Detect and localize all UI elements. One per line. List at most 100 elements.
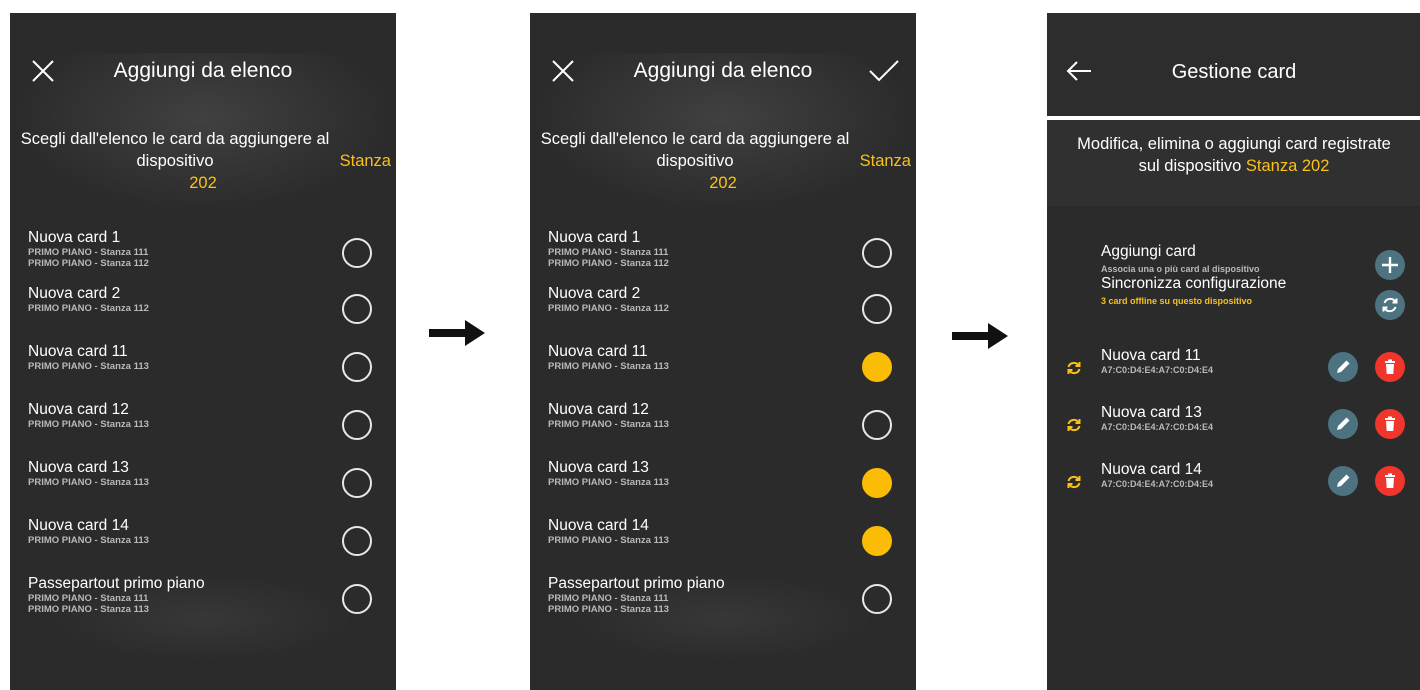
check-icon[interactable] (868, 57, 900, 85)
screen-add-from-list-selected: Aggiungi da elenco Scegli dall'elenco le… (530, 13, 916, 690)
select-radio[interactable] (342, 526, 372, 556)
card-location: PRIMO PIANO - Stanza 113 (548, 361, 669, 372)
header: Gestione card (1047, 13, 1420, 116)
card-name: Passepartout primo piano (548, 575, 725, 592)
intro-text: Scegli dall'elenco le card da aggiungere… (530, 128, 916, 194)
page-title: Aggiungi da elenco (113, 59, 293, 82)
intro-line-2: sul dispositivo Stanza 202 (1047, 155, 1420, 177)
intro-prefix: Scegli dall'elenco le card da aggiungere… (540, 130, 850, 170)
sync-button[interactable] (1375, 290, 1405, 320)
trash-icon (1385, 416, 1395, 431)
card-location: PRIMO PIANO - Stanza 111 (548, 593, 669, 604)
card-name: Nuova card 14 (548, 517, 649, 534)
card-name: Nuova card 13 (548, 459, 649, 476)
list-item[interactable]: Nuova card 14 PRIMO PIANO - Stanza 113 (548, 517, 900, 567)
card-id: A7:C0:D4:E4:A7:C0:D4:E4 (1101, 479, 1214, 489)
list-item[interactable]: Nuova card 1 PRIMO PIANO - Stanza 111 PRIM… (548, 229, 900, 279)
delete-button[interactable] (1375, 409, 1405, 439)
intro-text: Modifica, elimina o aggiungi card regist… (1047, 133, 1420, 177)
card-location: PRIMO PIANO - Stanza 113 (28, 535, 149, 546)
card-name: Passepartout primo piano (28, 575, 205, 592)
select-radio[interactable] (862, 238, 892, 268)
card-name: Nuova card 11 (1101, 347, 1201, 364)
arrow-right-icon (429, 320, 485, 346)
select-radio[interactable] (342, 294, 372, 324)
card-location: PRIMO PIANO - Stanza 113 (28, 419, 149, 430)
list-item[interactable]: Nuova card 13 PRIMO PIANO - Stanza 113 (28, 459, 380, 509)
edit-button[interactable] (1328, 409, 1358, 439)
row-title: Aggiungi card (1101, 243, 1196, 260)
header: Aggiungi da elenco (530, 13, 916, 123)
intro-line-2-prefix: sul dispositivo (1138, 157, 1242, 175)
card-name: Nuova card 11 (28, 343, 128, 360)
row-title: Sincronizza configurazione (1101, 275, 1287, 292)
list-item[interactable]: Nuova card 1 PRIMO PIANO - Stanza 111 PRIM… (28, 229, 380, 279)
edit-button[interactable] (1328, 352, 1358, 382)
device-name: Stanza 202 (1245, 157, 1330, 175)
select-radio[interactable] (862, 526, 892, 556)
list-item[interactable]: Passepartout primo piano PRIMO PIANO - St… (28, 575, 380, 625)
intro-prefix: Scegli dall'elenco le card da aggiungere… (20, 130, 330, 170)
list-item[interactable]: Nuova card 12 PRIMO PIANO - Stanza 113 (28, 401, 380, 451)
card-row: Nuova card 11 A7:C0:D4:E4:A7:C0:D4:E4 (1047, 347, 1420, 399)
list-item[interactable]: Nuova card 11 PRIMO PIANO - Stanza 113 (28, 343, 380, 393)
list-item[interactable]: Passepartout primo piano PRIMO PIANO - St… (548, 575, 900, 625)
card-name: Nuova card 14 (28, 517, 129, 534)
pencil-icon (1337, 417, 1350, 430)
sync-config-row[interactable]: Sincronizza configurazione 3 card offlin… (1047, 275, 1420, 327)
list-item[interactable]: Nuova card 2 PRIMO PIANO - Stanza 112 (548, 285, 900, 335)
card-location: PRIMO PIANO - Stanza 113 (548, 419, 669, 430)
list-item[interactable]: Nuova card 13 PRIMO PIANO - Stanza 113 (548, 459, 900, 509)
select-radio[interactable] (342, 584, 372, 614)
select-radio[interactable] (342, 352, 372, 382)
list-item[interactable]: Nuova card 12 PRIMO PIANO - Stanza 113 (548, 401, 900, 451)
card-location: PRIMO PIANO - Stanza 111 (28, 593, 149, 604)
card-name: Nuova card 12 (548, 401, 649, 418)
list-item[interactable]: Nuova card 11 PRIMO PIANO - Stanza 113 (548, 343, 900, 393)
intro-line-1: Modifica, elimina o aggiungi card regist… (1077, 135, 1391, 153)
card-name: Nuova card 1 (548, 229, 641, 246)
card-location: PRIMO PIANO - Stanza 113 (548, 535, 669, 546)
pencil-icon (1337, 360, 1350, 373)
list-item[interactable]: Nuova card 2 PRIMO PIANO - Stanza 112 (28, 285, 380, 335)
delete-button[interactable] (1375, 352, 1405, 382)
card-location: PRIMO PIANO - Stanza 112 (28, 303, 149, 314)
select-radio[interactable] (862, 468, 892, 498)
sync-icon (1067, 475, 1081, 489)
card-name: Nuova card 1 (28, 229, 121, 246)
trash-icon (1385, 359, 1395, 374)
select-radio[interactable] (862, 352, 892, 382)
card-name: Nuova card 12 (28, 401, 129, 418)
card-location: PRIMO PIANO - Stanza 113 (548, 604, 669, 615)
card-name: Nuova card 13 (1101, 404, 1202, 421)
card-id: A7:C0:D4:E4:A7:C0:D4:E4 (1101, 365, 1214, 375)
card-id: A7:C0:D4:E4:A7:C0:D4:E4 (1101, 422, 1214, 432)
sync-icon (1067, 418, 1081, 432)
screen-manage-cards: Gestione card Modifica, elimina o aggiun… (1047, 13, 1420, 690)
screen-add-from-list-empty: Aggiungi da elenco Scegli dall'elenco le… (10, 13, 396, 690)
select-radio[interactable] (342, 468, 372, 498)
card-location: PRIMO PIANO - Stanza 111 (548, 247, 669, 258)
card-location: PRIMO PIANO - Stanza 113 (28, 361, 149, 372)
select-radio[interactable] (342, 410, 372, 440)
card-name: Nuova card 2 (548, 285, 641, 302)
trash-icon (1385, 473, 1395, 488)
sync-icon (1067, 361, 1081, 375)
sync-icon (1382, 297, 1398, 313)
card-name: Nuova card 11 (548, 343, 648, 360)
delete-button[interactable] (1375, 466, 1405, 496)
page-title: Aggiungi da elenco (633, 59, 813, 82)
select-radio[interactable] (342, 238, 372, 268)
card-location: PRIMO PIANO - Stanza 112 (28, 258, 149, 269)
card-row: Nuova card 13 A7:C0:D4:E4:A7:C0:D4:E4 (1047, 404, 1420, 456)
select-radio[interactable] (862, 584, 892, 614)
intro-text: Scegli dall'elenco le card da aggiungere… (10, 128, 396, 194)
list-item[interactable]: Nuova card 14 PRIMO PIANO - Stanza 113 (28, 517, 380, 567)
card-name: Nuova card 13 (28, 459, 129, 476)
card-name: Nuova card 2 (28, 285, 121, 302)
edit-button[interactable] (1328, 466, 1358, 496)
card-location: PRIMO PIANO - Stanza 111 (28, 247, 149, 258)
card-location: PRIMO PIANO - Stanza 113 (548, 477, 669, 488)
select-radio[interactable] (862, 294, 892, 324)
select-radio[interactable] (862, 410, 892, 440)
